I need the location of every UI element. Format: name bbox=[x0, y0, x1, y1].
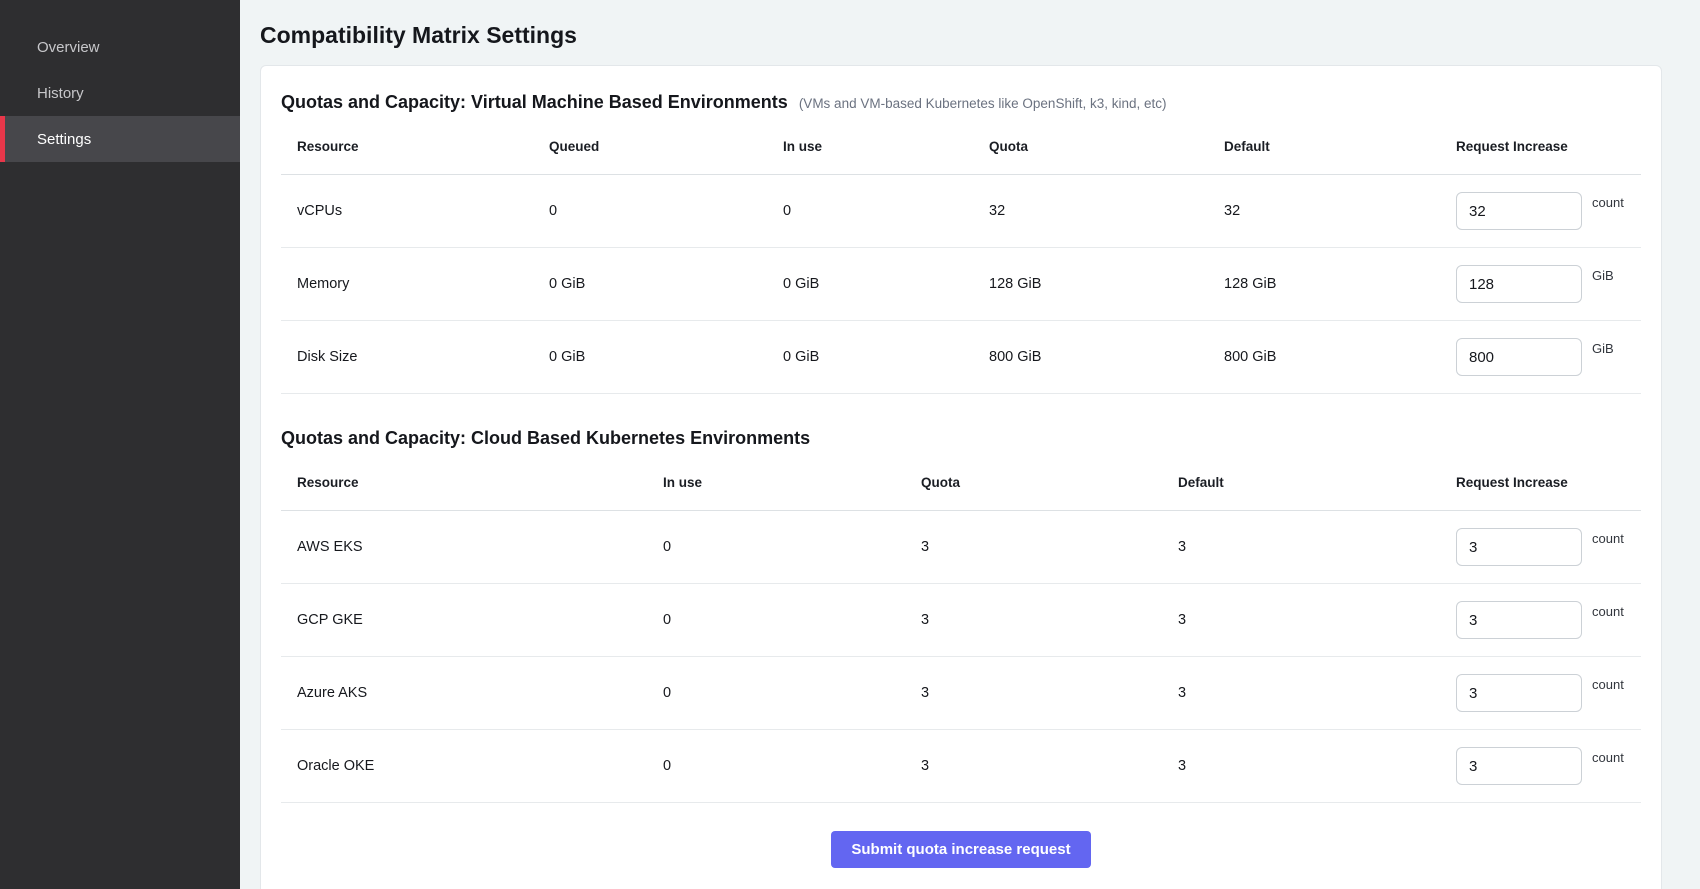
default-value: 32 bbox=[1224, 203, 1456, 219]
sidebar-item-history[interactable]: History bbox=[0, 70, 240, 116]
in-use-value: 0 bbox=[663, 539, 921, 555]
default-value: 3 bbox=[1178, 685, 1456, 701]
column-header-in-use: In use bbox=[663, 475, 921, 490]
sidebar-item-overview[interactable]: Overview bbox=[0, 24, 240, 70]
quota-value: 32 bbox=[989, 203, 1224, 219]
request-increase-cell: count bbox=[1456, 528, 1641, 566]
column-header-quota: Quota bbox=[989, 139, 1224, 154]
in-use-value: 0 bbox=[663, 685, 921, 701]
button-row: Submit quota increase request bbox=[281, 831, 1641, 868]
in-use-value: 0 bbox=[663, 612, 921, 628]
column-header-queued: Queued bbox=[549, 139, 783, 154]
in-use-value: 0 bbox=[783, 203, 989, 219]
unit-label: count bbox=[1592, 195, 1624, 210]
sidebar-item-label: Overview bbox=[37, 39, 100, 56]
table-row: Azure AKS 0 3 3 count bbox=[281, 657, 1641, 730]
quota-value: 3 bbox=[921, 612, 1178, 628]
quota-value: 3 bbox=[921, 758, 1178, 774]
column-header-request-increase: Request Increase bbox=[1456, 139, 1641, 154]
request-increase-cell: GiB bbox=[1456, 265, 1641, 303]
vm-table-header: Resource Queued In use Quota Default Req… bbox=[281, 123, 1641, 175]
column-header-resource: Resource bbox=[281, 475, 663, 490]
table-row: GCP GKE 0 3 3 count bbox=[281, 584, 1641, 657]
default-value: 800 GiB bbox=[1224, 349, 1456, 365]
column-header-quota: Quota bbox=[921, 475, 1178, 490]
queued-value: 0 bbox=[549, 203, 783, 219]
column-header-default: Default bbox=[1178, 475, 1456, 490]
vm-quotas-section: Quotas and Capacity: Virtual Machine Bas… bbox=[281, 92, 1641, 394]
in-use-value: 0 GiB bbox=[783, 349, 989, 365]
sidebar-item-label: History bbox=[37, 85, 84, 102]
request-increase-input[interactable] bbox=[1456, 265, 1582, 303]
request-increase-input[interactable] bbox=[1456, 747, 1582, 785]
request-increase-input[interactable] bbox=[1456, 528, 1582, 566]
unit-label: count bbox=[1592, 531, 1624, 546]
request-increase-input[interactable] bbox=[1456, 674, 1582, 712]
unit-label: GiB bbox=[1592, 268, 1614, 283]
table-row: Disk Size 0 GiB 0 GiB 800 GiB 800 GiB Gi… bbox=[281, 321, 1641, 394]
request-increase-input[interactable] bbox=[1456, 601, 1582, 639]
quota-value: 3 bbox=[921, 539, 1178, 555]
in-use-value: 0 bbox=[663, 758, 921, 774]
default-value: 128 GiB bbox=[1224, 276, 1456, 292]
vm-section-title-text: Quotas and Capacity: Virtual Machine Bas… bbox=[281, 92, 788, 112]
resource-name: Disk Size bbox=[281, 349, 549, 365]
quota-value: 128 GiB bbox=[989, 276, 1224, 292]
settings-card: Quotas and Capacity: Virtual Machine Bas… bbox=[260, 65, 1662, 889]
unit-label: count bbox=[1592, 677, 1624, 692]
queued-value: 0 GiB bbox=[549, 276, 783, 292]
default-value: 3 bbox=[1178, 612, 1456, 628]
column-header-request-increase: Request Increase bbox=[1456, 475, 1641, 490]
column-header-default: Default bbox=[1224, 139, 1456, 154]
default-value: 3 bbox=[1178, 758, 1456, 774]
resource-name: Azure AKS bbox=[281, 685, 663, 701]
resource-name: GCP GKE bbox=[281, 612, 663, 628]
unit-label: count bbox=[1592, 604, 1624, 619]
column-header-in-use: In use bbox=[783, 139, 989, 154]
column-header-resource: Resource bbox=[281, 139, 549, 154]
quota-value: 3 bbox=[921, 685, 1178, 701]
table-row: AWS EKS 0 3 3 count bbox=[281, 511, 1641, 584]
vm-section-title: Quotas and Capacity: Virtual Machine Bas… bbox=[281, 92, 1641, 113]
resource-name: AWS EKS bbox=[281, 539, 663, 555]
request-increase-cell: count bbox=[1456, 601, 1641, 639]
request-increase-input[interactable] bbox=[1456, 192, 1582, 230]
sidebar: Overview History Settings bbox=[0, 0, 240, 889]
resource-name: Oracle OKE bbox=[281, 758, 663, 774]
request-increase-cell: count bbox=[1456, 192, 1641, 230]
request-increase-cell: count bbox=[1456, 674, 1641, 712]
request-increase-cell: GiB bbox=[1456, 338, 1641, 376]
page-title: Compatibility Matrix Settings bbox=[260, 22, 1680, 49]
unit-label: count bbox=[1592, 750, 1624, 765]
table-row: vCPUs 0 0 32 32 count bbox=[281, 175, 1641, 248]
table-row: Memory 0 GiB 0 GiB 128 GiB 128 GiB GiB bbox=[281, 248, 1641, 321]
quota-value: 800 GiB bbox=[989, 349, 1224, 365]
cloud-table-header: Resource In use Quota Default Request In… bbox=[281, 459, 1641, 511]
sidebar-item-settings[interactable]: Settings bbox=[0, 116, 240, 162]
resource-name: Memory bbox=[281, 276, 549, 292]
request-increase-cell: count bbox=[1456, 747, 1641, 785]
default-value: 3 bbox=[1178, 539, 1456, 555]
main-content: Compatibility Matrix Settings Quotas and… bbox=[240, 0, 1700, 889]
table-row: Oracle OKE 0 3 3 count bbox=[281, 730, 1641, 803]
cloud-section-title: Quotas and Capacity: Cloud Based Kuberne… bbox=[281, 428, 1641, 449]
cloud-quotas-section: Quotas and Capacity: Cloud Based Kuberne… bbox=[281, 428, 1641, 803]
app-window: Overview History Settings Compatibility … bbox=[0, 0, 1700, 889]
sidebar-item-label: Settings bbox=[37, 131, 91, 148]
request-increase-input[interactable] bbox=[1456, 338, 1582, 376]
unit-label: GiB bbox=[1592, 341, 1614, 356]
cloud-section-title-text: Quotas and Capacity: Cloud Based Kuberne… bbox=[281, 428, 810, 448]
queued-value: 0 GiB bbox=[549, 349, 783, 365]
vm-section-subtitle: (VMs and VM-based Kubernetes like OpenSh… bbox=[799, 96, 1167, 111]
resource-name: vCPUs bbox=[281, 203, 549, 219]
in-use-value: 0 GiB bbox=[783, 276, 989, 292]
submit-quota-button[interactable]: Submit quota increase request bbox=[831, 831, 1090, 868]
